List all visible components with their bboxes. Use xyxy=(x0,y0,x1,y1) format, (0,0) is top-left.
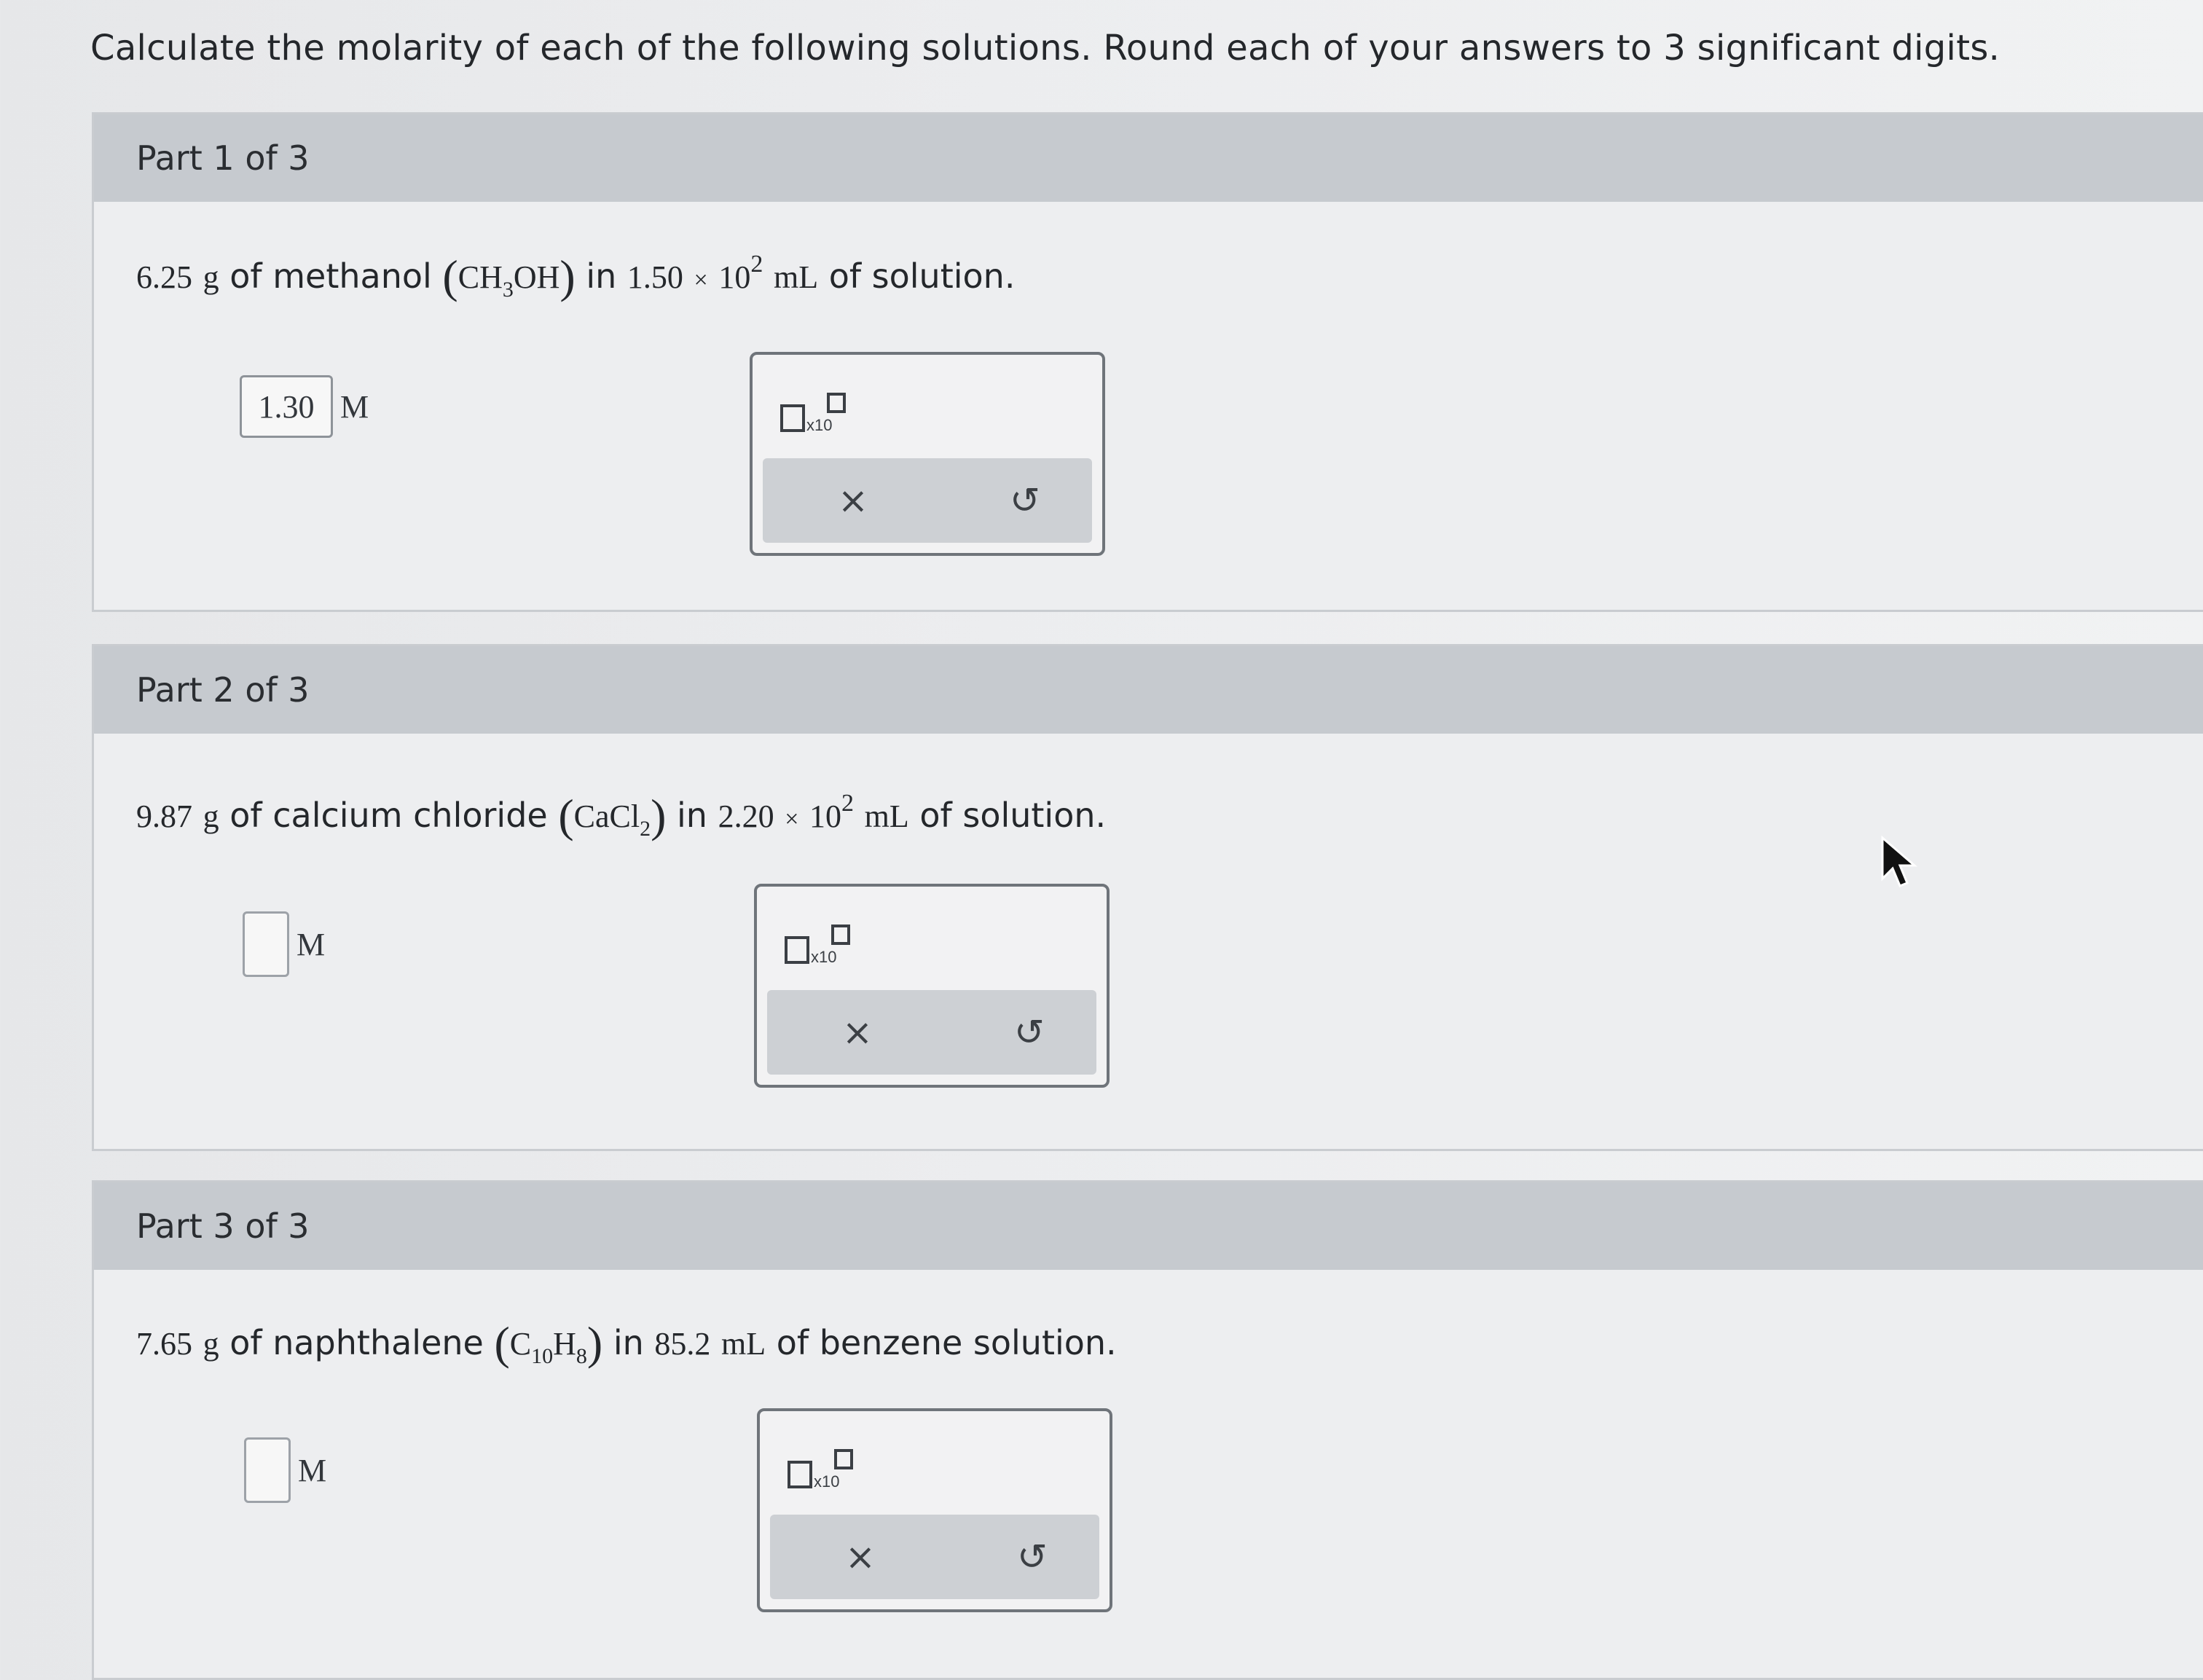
part-1-answer: 1.30 M xyxy=(240,375,369,438)
instructions: Calculate the molarity of each of the fo… xyxy=(90,28,2000,68)
clear-button[interactable]: × xyxy=(817,1515,904,1599)
undo-icon: ↺ xyxy=(1017,1536,1048,1578)
part-1: Part 1 of 3 6.25 g of methanol (CH3OH) i… xyxy=(92,112,2203,612)
calcium-chloride-formula: (CaCl2) xyxy=(558,790,667,841)
part-2-unit: M xyxy=(297,926,326,962)
sci-notation-icon[interactable]: x10 xyxy=(780,393,853,436)
undo-icon: ↺ xyxy=(1014,1011,1045,1053)
mouse-pointer-icon xyxy=(1881,835,1918,887)
part-3: Part 3 of 3 7.65 g of naphthalene (C10H8… xyxy=(92,1180,2203,1680)
part-1-tool-bar: × ↺ xyxy=(763,458,1092,543)
part-1-problem: 6.25 g of methanol (CH3OH) in 1.50 × 102… xyxy=(136,251,1016,302)
clear-button[interactable]: × xyxy=(814,990,901,1075)
part-2-problem: 9.87 g of calcium chloride (CaCl2) in 2.… xyxy=(136,790,1107,841)
svg-text:x10: x10 xyxy=(814,1472,839,1491)
undo-button[interactable]: ↺ xyxy=(989,1515,1076,1599)
clear-button[interactable]: × xyxy=(809,458,897,543)
part-1-answer-input[interactable]: 1.30 xyxy=(240,375,333,438)
part-2: Part 2 of 3 9.87 g of calcium chloride (… xyxy=(92,644,2203,1151)
part-2-answer-input[interactable] xyxy=(243,911,289,977)
part-1-tool-panel: x10 × ↺ xyxy=(750,352,1105,556)
part-3-tool-panel: x10 × ↺ xyxy=(757,1408,1112,1612)
methanol-formula: (CH3OH) xyxy=(442,251,576,302)
part-3-answer-input[interactable] xyxy=(244,1437,291,1503)
close-icon: × xyxy=(845,1536,876,1578)
undo-icon: ↺ xyxy=(1010,479,1040,522)
part-3-answer: M xyxy=(244,1437,326,1503)
svg-text:x10: x10 xyxy=(811,948,836,966)
part-1-header: Part 1 of 3 xyxy=(94,114,2203,202)
part-2-tool-panel: x10 × ↺ xyxy=(754,884,1110,1088)
part-2-tool-bar: × ↺ xyxy=(767,990,1096,1075)
part-2-answer: M xyxy=(243,911,325,977)
svg-text:x10: x10 xyxy=(806,416,832,434)
sci-notation-icon[interactable]: x10 xyxy=(785,925,857,968)
part-3-problem: 7.65 g of naphthalene (C10H8) in 85.2 mL… xyxy=(136,1317,1117,1369)
part-3-tool-bar: × ↺ xyxy=(770,1515,1099,1599)
sci-notation-icon[interactable]: x10 xyxy=(788,1449,860,1493)
undo-button[interactable]: ↺ xyxy=(981,458,1069,543)
part-2-header: Part 2 of 3 xyxy=(94,646,2203,734)
close-icon: × xyxy=(842,1011,873,1053)
close-icon: × xyxy=(838,479,868,522)
part-3-header: Part 3 of 3 xyxy=(94,1182,2203,1270)
part-3-unit: M xyxy=(298,1452,327,1488)
naphthalene-formula: (C10H8) xyxy=(494,1317,603,1369)
undo-button[interactable]: ↺ xyxy=(986,990,1073,1075)
part-1-unit: M xyxy=(340,388,369,425)
